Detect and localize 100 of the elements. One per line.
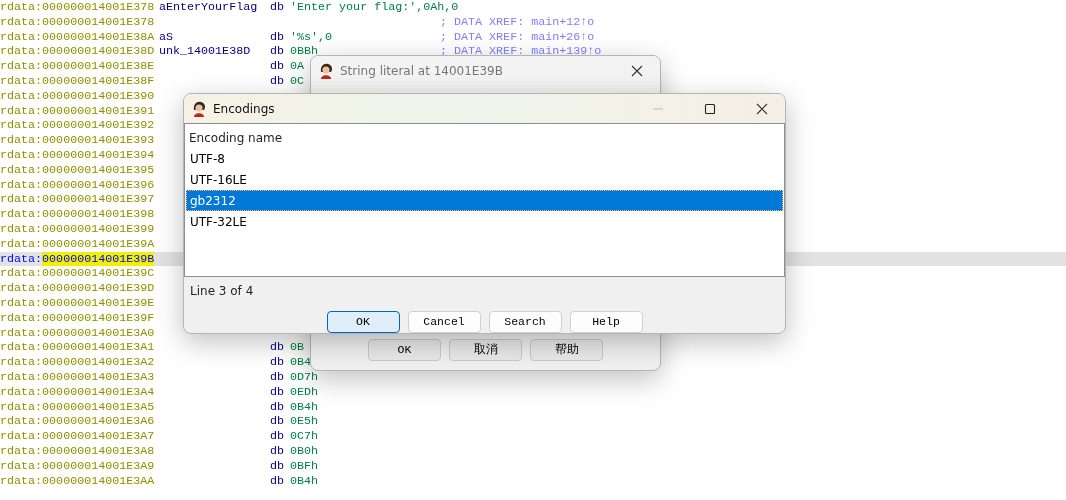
segment-name: rdata: — [0, 325, 43, 341]
segment-name: rdata: — [0, 59, 43, 74]
operand-text: 0A — [290, 59, 305, 74]
address-text: 000000014001E392 — [42, 118, 155, 134]
segment-name: rdata: — [0, 177, 43, 193]
list-item[interactable]: UTF-16LE — [186, 169, 783, 190]
segment-name: rdata: — [0, 458, 43, 474]
address-text: 000000014001E378 — [42, 14, 155, 30]
segment-name: rdata: — [0, 473, 43, 489]
address-text: 000000014001E3A1 — [42, 340, 155, 356]
segment-name: rdata: — [0, 147, 43, 163]
segment-name: rdata: — [0, 384, 43, 400]
segment-name: rdata: — [0, 207, 43, 222]
segment-name: rdata: — [0, 295, 43, 311]
operand-text: 0C7h — [290, 429, 319, 444]
address-text: 000000014001E393 — [42, 133, 155, 148]
list-item[interactable]: UTF-8 — [186, 148, 783, 169]
dialog-button[interactable]: OK — [326, 311, 400, 333]
address-text: 000000014001E39F — [42, 310, 155, 326]
address-text: 000000014001E399 — [42, 221, 155, 237]
address-text: 000000014001E395 — [42, 162, 155, 178]
directive-text: db — [270, 369, 285, 384]
dialog-button[interactable]: Help — [569, 311, 643, 333]
segment-name: rdata: — [0, 74, 43, 89]
address-text: 000000014001E3A7 — [42, 429, 155, 444]
segment-name: rdata: — [0, 221, 43, 237]
directive-text: db — [270, 74, 285, 88]
directive-text: db — [270, 0, 285, 14]
app-icon — [318, 62, 334, 79]
operand-text: 'Enter your flag:',0Ah,0 — [290, 0, 459, 14]
address-text: 000000014001E3A4 — [42, 384, 155, 400]
list-item[interactable]: gb2312 — [186, 190, 783, 211]
address-text: 000000014001E3A0 — [42, 325, 155, 341]
operand-text: 0C — [290, 74, 305, 88]
operand-text: 0BFh — [290, 458, 319, 473]
segment-name: rdata: — [0, 369, 43, 385]
maximize-icon — [704, 102, 716, 115]
dialog-button[interactable]: 帮助 — [530, 339, 603, 361]
directive-text: db — [270, 59, 285, 74]
segment-name: rdata: — [0, 236, 43, 252]
close-icon — [756, 102, 768, 115]
address-text: 000000014001E397 — [42, 192, 155, 208]
operand-text: '%s',0 — [290, 29, 333, 44]
segment-name: rdata: — [0, 414, 43, 430]
dialog-button[interactable]: Search — [488, 311, 562, 333]
segment-name: rdata: — [0, 118, 43, 134]
dialog-button[interactable]: OK — [368, 339, 441, 361]
segment-name: rdata: — [0, 103, 43, 119]
address-text: 000000014001E38A — [42, 29, 155, 45]
segment-name: rdata: — [0, 266, 43, 282]
list-item[interactable]: UTF-32LE — [186, 211, 783, 232]
segment-name: rdata: — [0, 192, 43, 208]
directive-text: db — [270, 414, 285, 429]
segment-name: rdata: — [0, 0, 43, 15]
operand-text: 0E5h — [290, 414, 319, 429]
segment-name: rdata: — [0, 340, 43, 356]
operand-text: 0B0h — [290, 443, 319, 458]
address-text: 000000014001E38D — [42, 44, 155, 60]
address-text: 000000014001E3A8 — [42, 443, 155, 459]
segment-name: rdata: — [0, 429, 43, 444]
address-text: 000000014001E3A3 — [42, 369, 155, 385]
operand-text: 0D7h — [290, 369, 319, 384]
segment-name: rdata: — [0, 88, 43, 104]
directive-text: db — [270, 355, 285, 370]
address-text: 000000014001E38E — [42, 59, 155, 74]
label-text: aS — [159, 29, 174, 44]
directive-text: db — [270, 44, 285, 59]
directive-text: db — [270, 473, 285, 488]
segment-name: rdata: — [0, 29, 43, 45]
segment-name: rdata: — [0, 443, 43, 459]
address-text: 000000014001E38F — [42, 74, 155, 89]
address-text: 000000014001E3A2 — [42, 355, 155, 370]
address-text: 000000014001E398 — [42, 207, 155, 222]
segment-name: rdata: — [0, 133, 43, 148]
dialog-button[interactable]: 取消 — [449, 339, 522, 361]
address-text: 000000014001E39B — [42, 251, 155, 267]
directive-text: db — [270, 340, 285, 355]
address-text: 000000014001E39C — [42, 266, 155, 282]
segment-name: rdata: — [0, 399, 43, 415]
address-text: 000000014001E3A6 — [42, 414, 155, 430]
address-text: 000000014001E394 — [42, 147, 155, 163]
comment-text: ; DATA XREF: main+12↑o — [440, 14, 595, 30]
address-text: 000000014001E396 — [42, 177, 155, 193]
segment-name: rdata: — [0, 310, 43, 326]
address-text: 000000014001E390 — [42, 88, 155, 104]
address-text: 000000014001E3AA — [42, 473, 155, 489]
dialog-button[interactable]: Cancel — [407, 311, 481, 333]
directive-text: db — [270, 429, 285, 444]
column-header: Encoding name — [189, 131, 283, 145]
directive-text: db — [270, 443, 285, 458]
segment-name: rdata: — [0, 14, 43, 30]
address-text: 000000014001E378 — [42, 0, 155, 15]
window-title: String literal at 14001E39B — [340, 62, 504, 80]
operand-text: 0EDh — [290, 384, 319, 399]
address-text: 000000014001E3A5 — [42, 399, 155, 415]
operand-text: 0B — [290, 340, 305, 355]
address-text: 000000014001E39D — [42, 281, 155, 296]
directive-text: db — [270, 399, 285, 414]
status-text: Line 3 of 4 — [190, 284, 254, 299]
operand-text: 0BBh — [290, 44, 319, 59]
